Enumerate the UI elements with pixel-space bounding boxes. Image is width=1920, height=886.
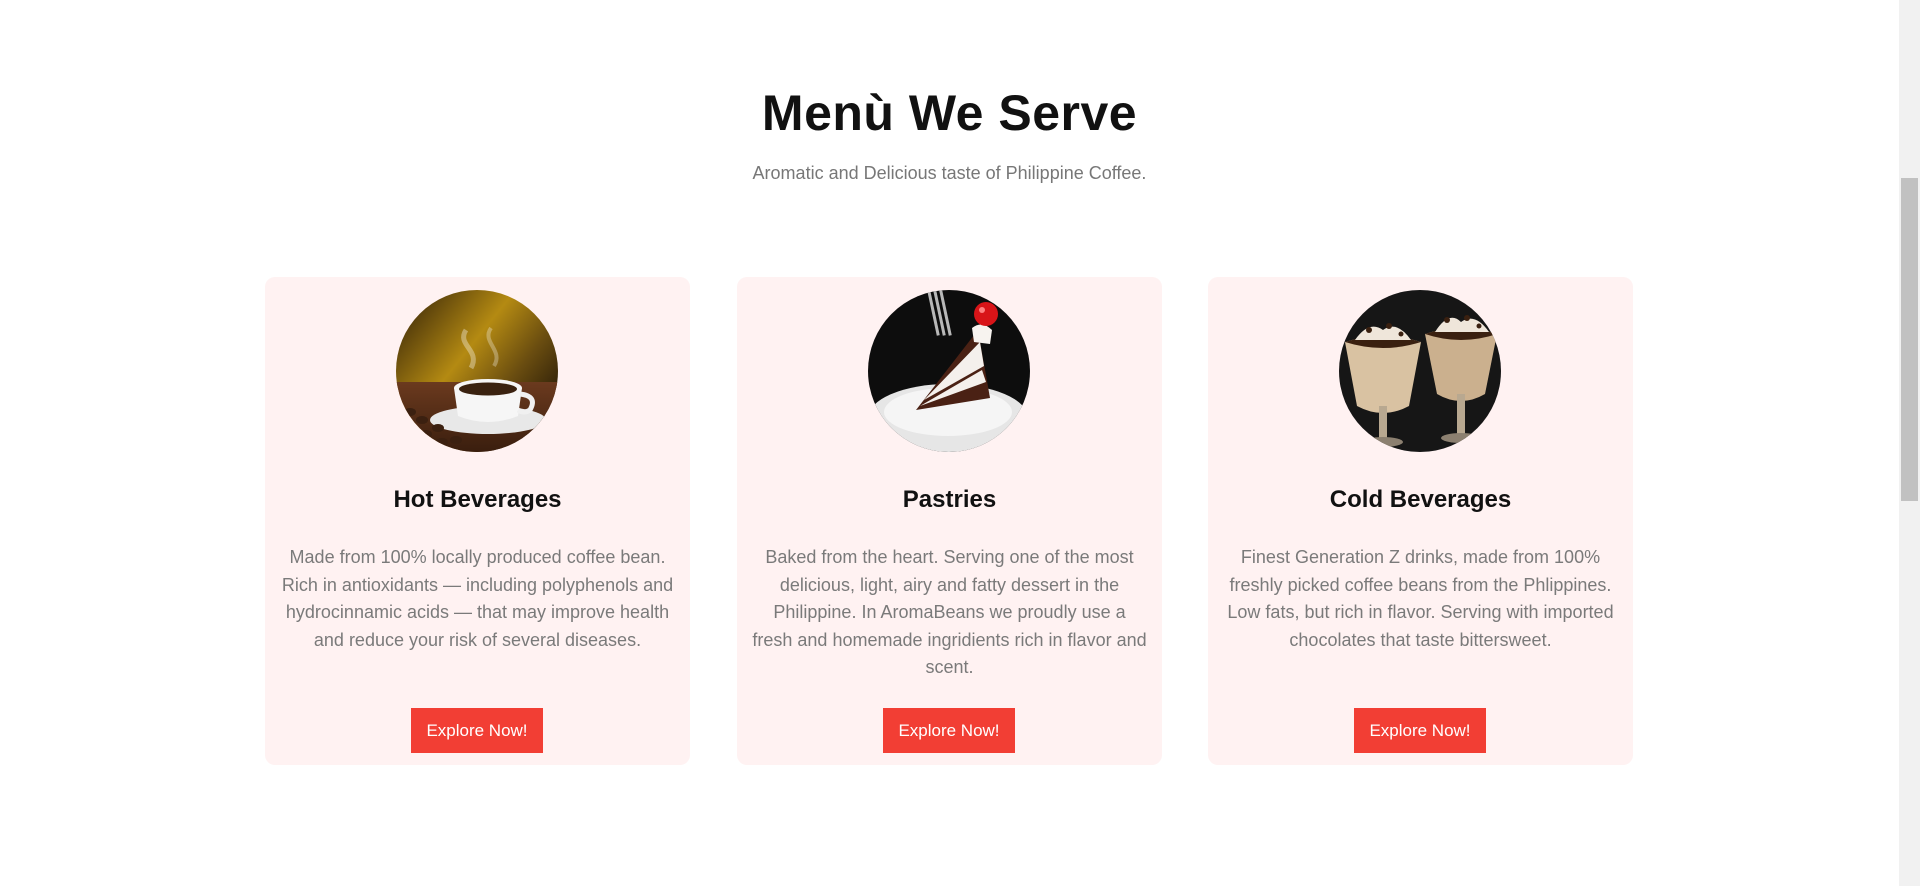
menu-section: Menù We Serve Aromatic and Delicious tas…: [0, 0, 1899, 886]
section-subtitle: Aromatic and Delicious taste of Philippi…: [752, 163, 1147, 183]
explore-now-button[interactable]: Explore Now!: [883, 708, 1015, 753]
chocolate-cake-slice-image: [868, 290, 1030, 452]
menu-card-cold-beverages: Cold Beverages Finest Generation Z drink…: [1208, 277, 1633, 765]
explore-now-button[interactable]: Explore Now!: [1354, 708, 1486, 753]
card-title: Pastries: [902, 486, 997, 513]
card-description: Made from 100% locally produced coffee b…: [281, 547, 674, 650]
page: Menù We Serve Aromatic and Delicious tas…: [0, 0, 1920, 886]
scrollbar-thumb[interactable]: [1901, 178, 1918, 501]
card-description: Baked from the heart. Serving one of the…: [752, 547, 1147, 677]
vertical-scrollbar[interactable]: [1899, 0, 1920, 886]
explore-now-button[interactable]: Explore Now!: [411, 708, 543, 753]
card-title: Hot Beverages: [393, 486, 562, 513]
menu-card-pastries: Pastries Baked from the heart. Serving o…: [737, 277, 1162, 765]
menu-card-hot-beverages: Hot Beverages Made from 100% locally pro…: [265, 277, 690, 765]
iced-chocolate-drinks-image: [1339, 290, 1501, 452]
card-title: Cold Beverages: [1329, 486, 1512, 513]
section-title: Menù We Serve: [761, 85, 1138, 141]
card-description: Finest Generation Z drinks, made from 10…: [1227, 547, 1614, 650]
hot-coffee-cup-image: [396, 290, 558, 452]
